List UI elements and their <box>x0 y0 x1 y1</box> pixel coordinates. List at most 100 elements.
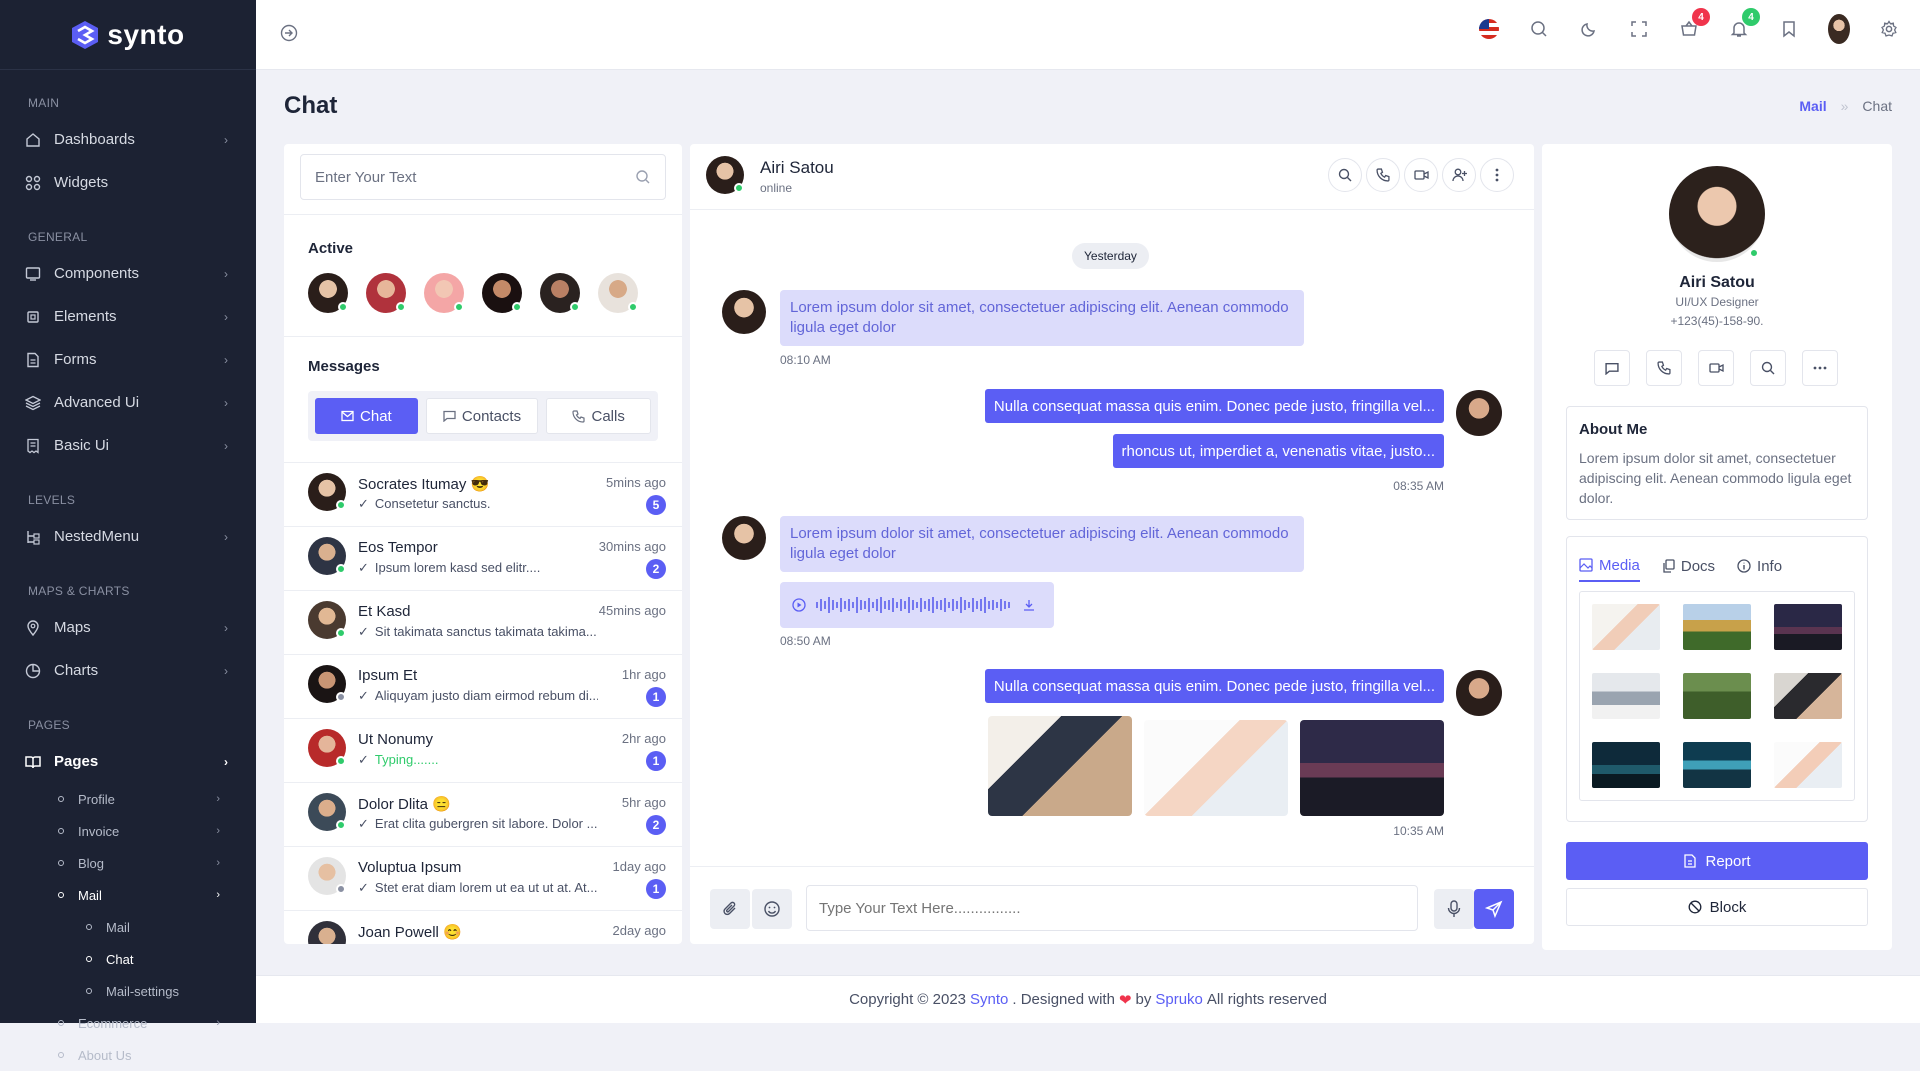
sidebar-sub-blog[interactable]: Blog › <box>0 847 256 879</box>
read-check-icon: ✓ <box>358 880 369 895</box>
emoji-button[interactable] <box>752 889 792 929</box>
brand-logo[interactable]: synto <box>0 0 256 70</box>
synto-logo-icon <box>72 20 99 49</box>
shared-image[interactable] <box>1144 720 1288 816</box>
sidebar-sub-ecommerce[interactable]: Ecommerce › <box>0 1007 256 1039</box>
media-thumbnail[interactable] <box>1683 604 1751 650</box>
chat-more-button[interactable] <box>1480 158 1514 192</box>
contact-list-item[interactable]: Voluptua Ipsum ✓ Stet erat diam lorem ut e… <box>284 846 682 910</box>
media-thumbnail[interactable] <box>1774 673 1842 719</box>
sidebar-sub-mail-inbox[interactable]: Mail <box>0 911 256 943</box>
tab-contacts[interactable]: Contacts <box>425 398 539 434</box>
footer-brand-link[interactable]: Synto <box>970 991 1008 1008</box>
contact-list-item[interactable]: Socrates Itumay 😎 ✓ Consetetur sanctus. 5mi… <box>284 462 682 526</box>
tab-calls[interactable]: Calls <box>546 398 651 434</box>
download-icon[interactable] <box>1022 598 1036 612</box>
chat-search-button[interactable] <box>1328 158 1362 192</box>
voice-call-button[interactable] <box>1366 158 1400 192</box>
bullet-icon <box>86 988 92 994</box>
media-tabs: Media Docs Info <box>1579 551 1855 582</box>
sidebar-sub-chat[interactable]: Chat <box>0 943 256 975</box>
media-thumbnail[interactable] <box>1592 673 1660 719</box>
play-icon[interactable] <box>792 598 806 612</box>
profile-call-button[interactable] <box>1646 350 1682 386</box>
contact-list-item[interactable]: Eos Tempor ✓ Ipsum lorem kasd sed elitr...… <box>284 526 682 590</box>
tab-media[interactable]: Media <box>1579 557 1640 582</box>
media-thumbnail[interactable] <box>1592 742 1660 788</box>
sidebar-item-label: Basic Ui <box>54 437 110 454</box>
media-thumbnail[interactable] <box>1774 604 1842 650</box>
active-user-avatar[interactable] <box>366 273 406 313</box>
shared-image[interactable] <box>988 716 1132 816</box>
active-user-avatar[interactable] <box>598 273 638 313</box>
shared-image[interactable] <box>1300 720 1444 816</box>
active-user-avatar[interactable] <box>424 273 464 313</box>
search-placeholder: Enter Your Text <box>315 168 417 186</box>
tab-chat[interactable]: Chat <box>315 398 418 434</box>
sidebar-sub-about[interactable]: About Us <box>0 1039 256 1071</box>
footer-company-link[interactable]: Spruko <box>1155 991 1203 1008</box>
media-thumbnail[interactable] <box>1683 742 1751 788</box>
sidebar-item-widgets[interactable]: Widgets <box>0 161 256 204</box>
profile-message-button[interactable] <box>1594 350 1630 386</box>
contact-search-input[interactable]: Enter Your Text <box>300 154 666 200</box>
bookmark-icon[interactable] <box>1778 18 1800 40</box>
profile-video-button[interactable] <box>1698 350 1734 386</box>
bell-icon[interactable]: 4 <box>1728 8 1760 40</box>
sidebar-item-elements[interactable]: Elements › <box>0 295 256 338</box>
active-user-avatar[interactable] <box>482 273 522 313</box>
media-thumbnail[interactable] <box>1774 742 1842 788</box>
sidebar-item-forms[interactable]: Forms › <box>0 338 256 381</box>
profile-more-button[interactable] <box>1802 350 1838 386</box>
user-avatar[interactable] <box>1828 14 1850 44</box>
sidebar-item-basic-ui[interactable]: Basic Ui › <box>0 424 256 467</box>
active-user-avatar[interactable] <box>308 273 348 313</box>
message-input[interactable] <box>806 885 1418 931</box>
sidebar-sub-mail-settings[interactable]: Mail-settings <box>0 975 256 1007</box>
contact-last-message: ✓ Erat clita gubergren sit labore. Dolor … <box>358 816 598 832</box>
block-button[interactable]: Block <box>1566 888 1868 926</box>
sidebar-item-dashboards[interactable]: Dashboards › <box>0 118 256 161</box>
sidebar-sub-profile[interactable]: Profile › <box>0 783 256 815</box>
sidebar-item-components[interactable]: Components › <box>0 252 256 295</box>
sidebar-item-nestedmenu[interactable]: NestedMenu › <box>0 515 256 558</box>
voice-record-button[interactable] <box>1434 889 1474 929</box>
tab-docs[interactable]: Docs <box>1662 558 1715 575</box>
sidebar-item-label: Advanced Ui <box>54 394 140 411</box>
send-button[interactable] <box>1474 889 1514 929</box>
breadcrumb-mail-link[interactable]: Mail <box>1799 98 1826 114</box>
chat-input-bar <box>690 866 1534 944</box>
contact-list-item[interactable]: Joan Powell 😊 2day ago <box>284 910 682 944</box>
video-call-button[interactable] <box>1404 158 1438 192</box>
sidebar-sub-mail[interactable]: Mail › <box>0 879 256 911</box>
cart-icon[interactable]: 4 <box>1678 8 1710 40</box>
tab-label: Info <box>1757 557 1783 575</box>
sidebar-sub-invoice[interactable]: Invoice › <box>0 815 256 847</box>
contact-list-item[interactable]: Ut Nonumy ✓ Typing....... 2hr ago 1 <box>284 718 682 782</box>
attach-button[interactable] <box>710 889 750 929</box>
contact-list-item[interactable]: Ipsum Et ✓ Aliquyam justo diam eirmod rebu… <box>284 654 682 718</box>
sidebar-toggle-icon[interactable] <box>280 24 302 46</box>
contact-list-item[interactable]: Et Kasd ✓ Sit takimata sanctus takimata ta… <box>284 590 682 654</box>
gear-icon[interactable] <box>1878 18 1900 40</box>
unread-count-badge: 2 <box>646 559 666 579</box>
report-button[interactable]: Report <box>1566 842 1868 880</box>
search-icon[interactable] <box>1528 18 1550 40</box>
add-user-button[interactable] <box>1442 158 1476 192</box>
active-user-avatar[interactable] <box>540 273 580 313</box>
contact-list-item[interactable]: Dolor Dlita 😑 ✓ Erat clita gubergren sit l… <box>284 782 682 846</box>
profile-search-button[interactable] <box>1750 350 1786 386</box>
sidebar-item-charts[interactable]: Charts › <box>0 649 256 692</box>
media-thumbnail[interactable] <box>1592 604 1660 650</box>
tab-info[interactable]: Info <box>1737 558 1782 575</box>
sidebar: synto MAIN Dashboards › Widgets GENERAL C… <box>0 0 256 1063</box>
sidebar-item-advanced-ui[interactable]: Advanced Ui › <box>0 381 256 424</box>
contact-message-text: Erat clita gubergren sit labore. Dolor .… <box>374 816 598 831</box>
sidebar-item-maps[interactable]: Maps › <box>0 606 256 649</box>
language-flag-icon[interactable] <box>1478 18 1500 40</box>
sidebar-item-pages[interactable]: Pages › <box>0 740 256 783</box>
media-thumbnail[interactable] <box>1683 673 1751 719</box>
moon-icon[interactable] <box>1578 18 1600 40</box>
fullscreen-icon[interactable] <box>1628 18 1650 40</box>
chat-partner-avatar[interactable] <box>706 156 744 194</box>
